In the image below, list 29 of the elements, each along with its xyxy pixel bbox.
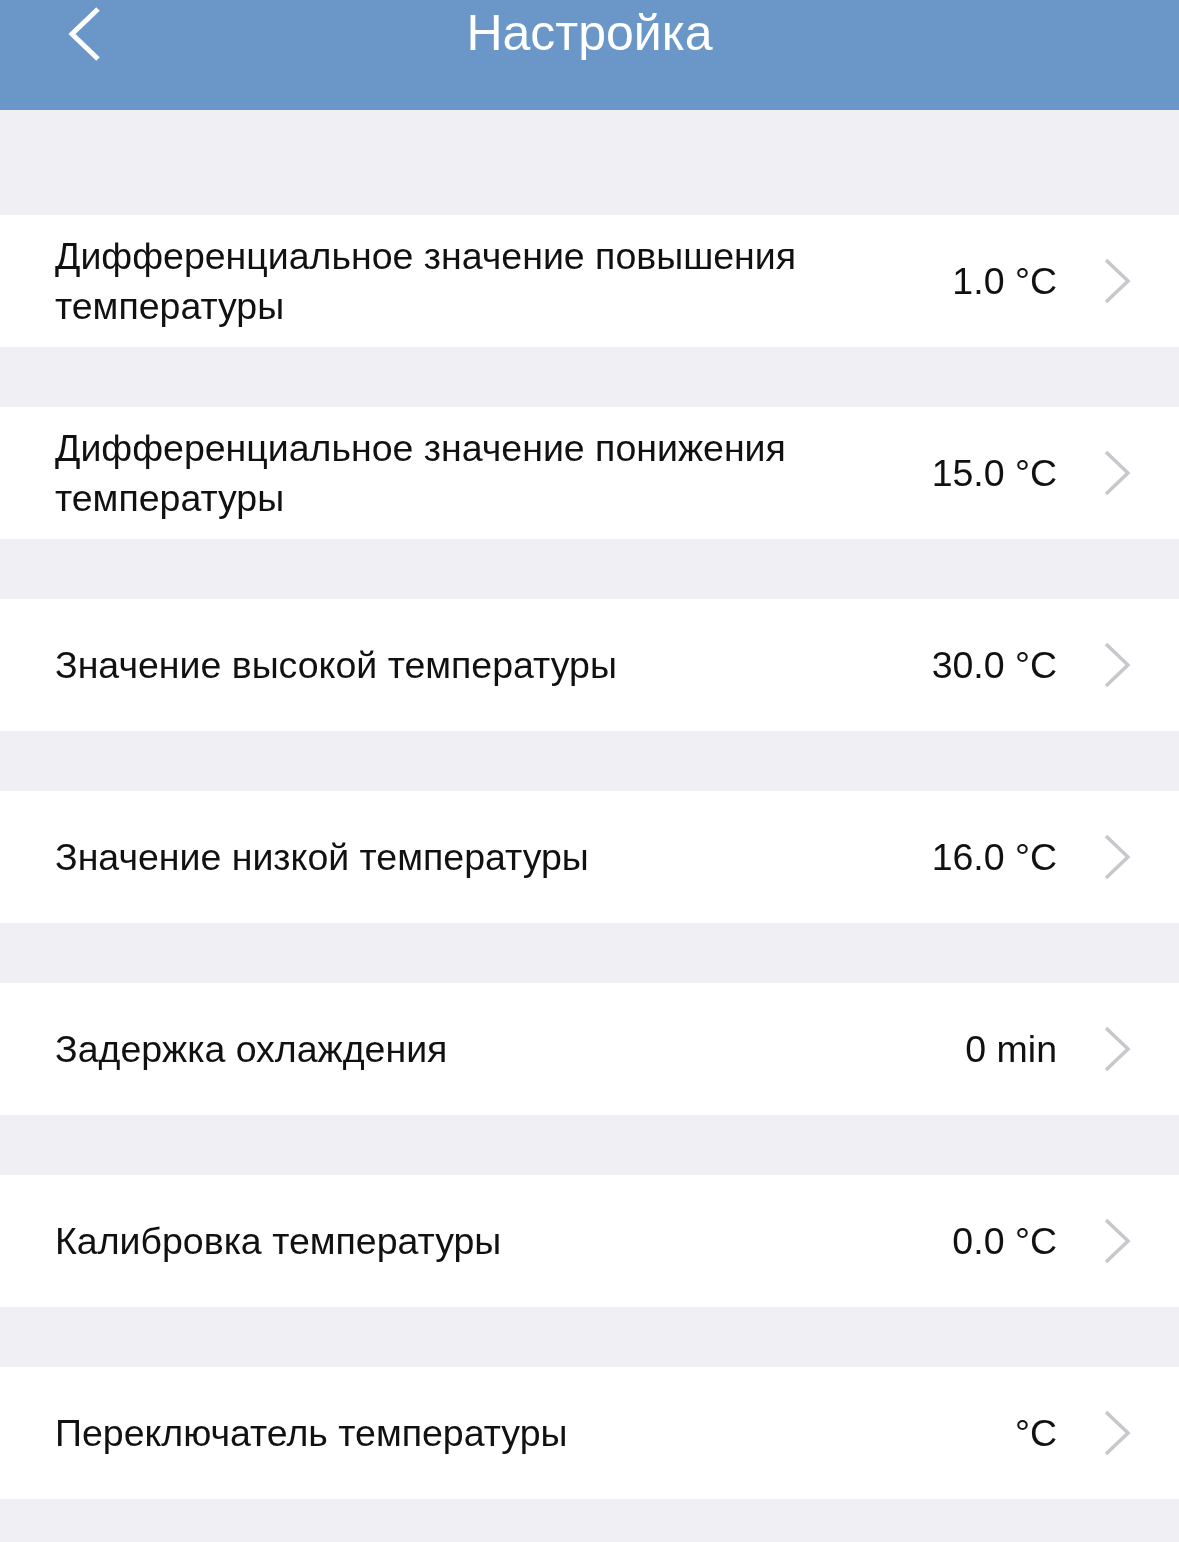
setting-row[interactable]: Дифференциальное значение понижения температуры 15.0 °C xyxy=(0,407,1179,539)
chevron-right-icon xyxy=(1103,834,1131,880)
chevron-right-icon xyxy=(1103,258,1131,304)
setting-label: Задержка охлаждения xyxy=(55,1027,449,1072)
setting-label: Дифференциальное значение повышения температуры xyxy=(55,234,798,329)
setting-label: Значение высокой температуры xyxy=(55,643,618,688)
setting-row[interactable]: Калибровка температуры 0.0 °C xyxy=(0,1175,1179,1307)
setting-label: Переключатель температуры xyxy=(55,1411,569,1456)
chevron-right-icon xyxy=(1103,1218,1131,1264)
setting-value: 0 min xyxy=(965,1027,1057,1071)
setting-label: Калибровка температуры xyxy=(55,1219,503,1264)
setting-row[interactable]: Переключатель температуры °C xyxy=(0,1367,1179,1499)
setting-row[interactable]: Задержка охлаждения 0 min xyxy=(0,983,1179,1115)
setting-row[interactable]: Значение высокой температуры 30.0 °C xyxy=(0,599,1179,731)
setting-value: 1.0 °C xyxy=(952,259,1057,303)
setting-label: Значение низкой температуры xyxy=(55,835,590,880)
setting-value: 30.0 °C xyxy=(931,643,1058,687)
chevron-right-icon xyxy=(1103,1026,1131,1072)
setting-row[interactable]: Значение низкой температуры 16.0 °C xyxy=(0,791,1179,923)
chevron-right-icon xyxy=(1103,450,1131,496)
setting-label: Дифференциальное значение понижения температуры xyxy=(55,426,787,521)
setting-value: °C xyxy=(1014,1411,1057,1455)
screen-title: Настройка xyxy=(466,4,713,63)
chevron-right-icon xyxy=(1103,642,1131,688)
setting-value: 15.0 °C xyxy=(931,451,1058,495)
setting-value: 16.0 °C xyxy=(931,835,1058,879)
chevron-right-icon xyxy=(1103,1410,1131,1456)
setting-value: 0.0 °C xyxy=(952,1219,1057,1263)
setting-row[interactable]: Дифференциальное значение повышения температуры 1.0 °C xyxy=(0,215,1179,347)
